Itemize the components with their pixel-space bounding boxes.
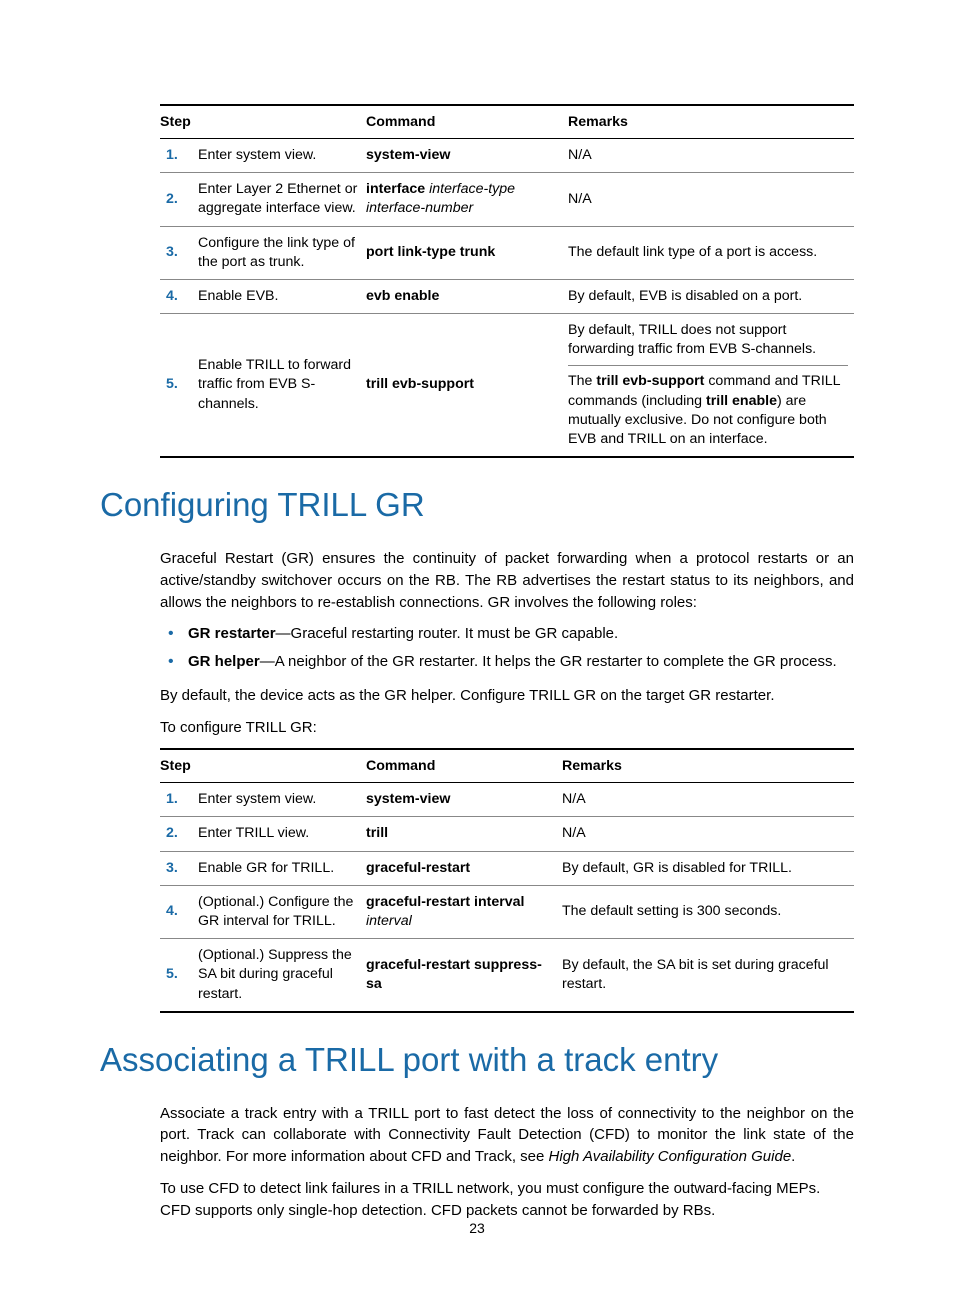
heading-associating-trill-port: Associating a TRILL port with a track en…: [100, 1041, 854, 1079]
th-step: Step: [160, 105, 366, 139]
step-text: (Optional.) Suppress the SA bit during g…: [198, 939, 366, 1012]
paragraph: To use CFD to detect link failures in a …: [160, 1178, 854, 1222]
heading-configuring-trill-gr: Configuring TRILL GR: [100, 486, 854, 524]
step-number: 4.: [160, 885, 198, 938]
remarks-text: By default, EVB is disabled on a port.: [568, 279, 854, 313]
command-text: graceful-restart suppress-sa: [366, 939, 562, 1012]
step-text: Enable TRILL to forward traffic from EVB…: [198, 314, 366, 458]
step-number: 5.: [160, 314, 198, 458]
procedure-table-evb: Step Command Remarks 1. Enter system vie…: [160, 104, 854, 458]
th-remarks: Remarks: [568, 105, 854, 139]
remarks-text: By default, GR is disabled for TRILL.: [562, 851, 854, 885]
page-number: 23: [0, 1220, 954, 1236]
step-number: 1.: [160, 783, 198, 817]
step-number: 2.: [160, 173, 198, 226]
step-number: 4.: [160, 279, 198, 313]
table-row: 4. (Optional.) Configure the GR interval…: [160, 885, 854, 938]
step-text: Enable GR for TRILL.: [198, 851, 366, 885]
th-command: Command: [366, 105, 568, 139]
list-item: GR helper—A neighbor of the GR restarter…: [160, 651, 854, 673]
remarks-text: N/A: [562, 783, 854, 817]
command-text: graceful-restart: [366, 851, 562, 885]
command-text: port link-type trunk: [366, 226, 568, 279]
th-remarks: Remarks: [562, 749, 854, 783]
step-text: Enter system view.: [198, 783, 366, 817]
command-text: trill: [366, 817, 562, 851]
paragraph: To configure TRILL GR:: [160, 717, 854, 739]
step-text: Enable EVB.: [198, 279, 366, 313]
step-number: 3.: [160, 226, 198, 279]
table-row: 5. Enable TRILL to forward traffic from …: [160, 314, 854, 458]
remarks-text: The default link type of a port is acces…: [568, 226, 854, 279]
table-row: 3. Enable GR for TRILL. graceful-restart…: [160, 851, 854, 885]
remarks-text: N/A: [568, 173, 854, 226]
command-text: interface interface-type interface-numbe…: [366, 173, 568, 226]
table-row: 4. Enable EVB. evb enable By default, EV…: [160, 279, 854, 313]
paragraph: By default, the device acts as the GR he…: [160, 685, 854, 707]
table-row: 1. Enter system view. system-view N/A: [160, 783, 854, 817]
remarks-text: N/A: [562, 817, 854, 851]
th-step: Step: [160, 749, 366, 783]
table-row: 3. Configure the link type of the port a…: [160, 226, 854, 279]
command-text: evb enable: [366, 279, 568, 313]
command-text: system-view: [366, 139, 568, 173]
remarks-text: By default, the SA bit is set during gra…: [562, 939, 854, 1012]
th-command: Command: [366, 749, 562, 783]
procedure-table-gr: Step Command Remarks 1. Enter system vie…: [160, 748, 854, 1012]
command-text: system-view: [366, 783, 562, 817]
table-row: 1. Enter system view. system-view N/A: [160, 139, 854, 173]
command-text: graceful-restart interval interval: [366, 885, 562, 938]
paragraph: Associate a track entry with a TRILL por…: [160, 1103, 854, 1168]
remarks-text: By default, TRILL does not support forwa…: [568, 314, 854, 458]
table-row: 2. Enter Layer 2 Ethernet or aggregate i…: [160, 173, 854, 226]
step-text: (Optional.) Configure the GR interval fo…: [198, 885, 366, 938]
step-text: Enter TRILL view.: [198, 817, 366, 851]
step-text: Enter system view.: [198, 139, 366, 173]
remarks-text: The default setting is 300 seconds.: [562, 885, 854, 938]
paragraph: Graceful Restart (GR) ensures the contin…: [160, 548, 854, 613]
remarks-text: N/A: [568, 139, 854, 173]
table-row: 2. Enter TRILL view. trill N/A: [160, 817, 854, 851]
step-number: 1.: [160, 139, 198, 173]
step-number: 2.: [160, 817, 198, 851]
command-text: trill evb-support: [366, 314, 568, 458]
step-text: Enter Layer 2 Ethernet or aggregate inte…: [198, 173, 366, 226]
step-number: 3.: [160, 851, 198, 885]
table-row: 5. (Optional.) Suppress the SA bit durin…: [160, 939, 854, 1012]
step-text: Configure the link type of the port as t…: [198, 226, 366, 279]
bullet-list: GR restarter—Graceful restarting router.…: [160, 623, 854, 673]
list-item: GR restarter—Graceful restarting router.…: [160, 623, 854, 645]
step-number: 5.: [160, 939, 198, 1012]
